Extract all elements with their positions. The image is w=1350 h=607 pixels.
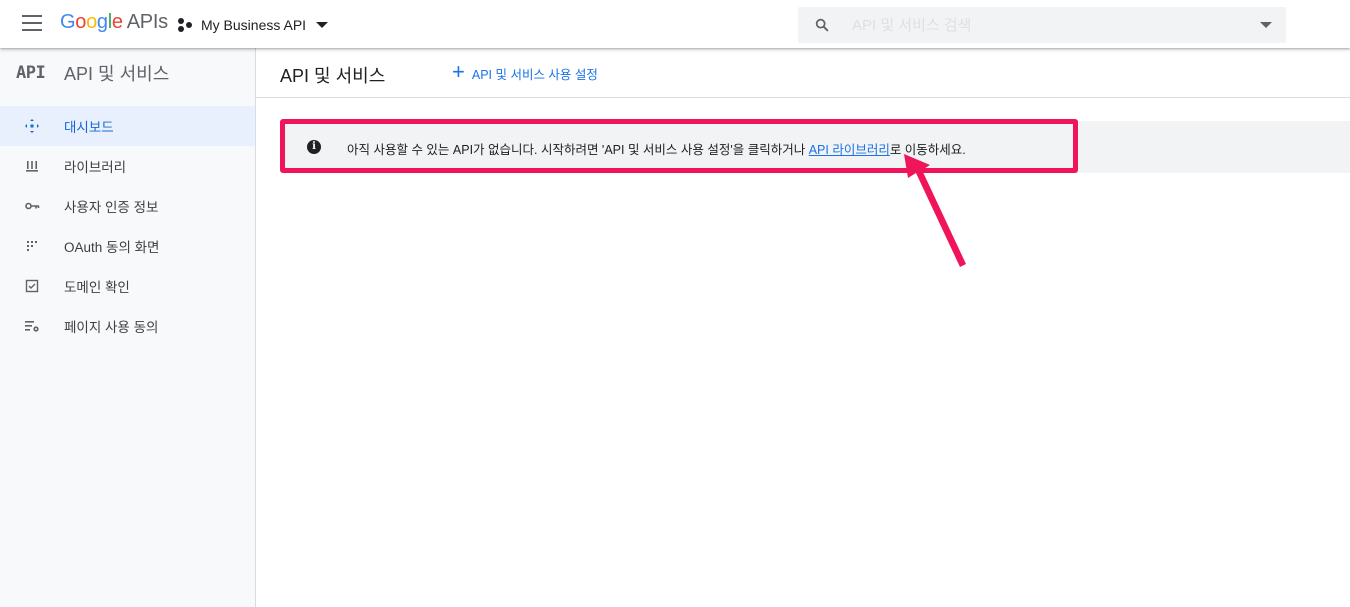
project-name: My Business API bbox=[201, 17, 307, 33]
enable-apis-button[interactable]: + API 및 서비스 사용 설정 bbox=[452, 58, 598, 84]
domain-check-icon bbox=[24, 278, 40, 294]
project-selector[interactable]: My Business API bbox=[178, 13, 329, 37]
sidebar-item-label: 라이브러리 bbox=[64, 160, 127, 175]
api-logo-icon: API bbox=[16, 63, 46, 83]
sidebar-nav: 대시보드 라이브러리 사용자 인증 정보 OAuth 동의 화면 도메인 확인 bbox=[0, 106, 255, 346]
sidebar-item-domain-verification[interactable]: 도메인 확인 bbox=[0, 266, 255, 306]
sidebar-item-label: 도메인 확인 bbox=[64, 280, 130, 295]
top-app-bar: Google APIs My Business API bbox=[0, 0, 1350, 48]
page-title: API 및 서비스 bbox=[280, 66, 386, 86]
logo-suffix: APIs bbox=[126, 11, 168, 33]
plus-icon: + bbox=[452, 58, 465, 84]
sidebar-item-dashboard[interactable]: 대시보드 bbox=[0, 106, 255, 146]
chevron-down-icon bbox=[316, 22, 329, 28]
page-header: API 및 서비스 + API 및 서비스 사용 설정 bbox=[256, 48, 1350, 98]
dashboard-icon bbox=[24, 118, 40, 134]
sidebar-item-label: 대시보드 bbox=[64, 120, 114, 135]
sidebar-item-page-agreements[interactable]: 페이지 사용 동의 bbox=[0, 306, 255, 346]
project-icon bbox=[178, 18, 194, 32]
sidebar-item-label: 사용자 인증 정보 bbox=[64, 200, 159, 215]
library-icon bbox=[24, 158, 40, 174]
sidebar: API API 및 서비스 대시보드 라이브러리 사용자 인증 정보 OAuth… bbox=[0, 48, 256, 607]
annotation-arrow-icon bbox=[904, 154, 966, 267]
sidebar-item-oauth-consent[interactable]: OAuth 동의 화면 bbox=[0, 226, 255, 266]
consent-screen-icon bbox=[24, 238, 40, 254]
sidebar-item-label: 페이지 사용 동의 bbox=[64, 320, 159, 335]
logo-letter: G bbox=[60, 11, 76, 33]
sidebar-item-library[interactable]: 라이브러리 bbox=[0, 146, 255, 186]
logo-letter: e bbox=[111, 11, 123, 33]
logo-letter: o bbox=[86, 11, 97, 33]
search-dropdown-icon[interactable] bbox=[1260, 22, 1272, 28]
sidebar-item-label: OAuth 동의 화면 bbox=[64, 240, 160, 255]
page-agreement-icon bbox=[24, 318, 40, 334]
logo-letter: o bbox=[75, 11, 87, 33]
key-icon bbox=[24, 198, 40, 214]
search-bar[interactable] bbox=[798, 7, 1286, 43]
sidebar-item-credentials[interactable]: 사용자 인증 정보 bbox=[0, 186, 255, 226]
search-input[interactable] bbox=[852, 13, 1232, 37]
sidebar-title: API 및 서비스 bbox=[64, 64, 170, 84]
sidebar-header: API API 및 서비스 bbox=[0, 48, 255, 98]
enable-apis-label: API 및 서비스 사용 설정 bbox=[471, 67, 598, 82]
google-apis-logo[interactable]: Google APIs bbox=[60, 11, 168, 34]
search-icon bbox=[815, 18, 829, 32]
menu-icon[interactable] bbox=[22, 15, 42, 33]
logo-letter: g bbox=[96, 11, 108, 33]
